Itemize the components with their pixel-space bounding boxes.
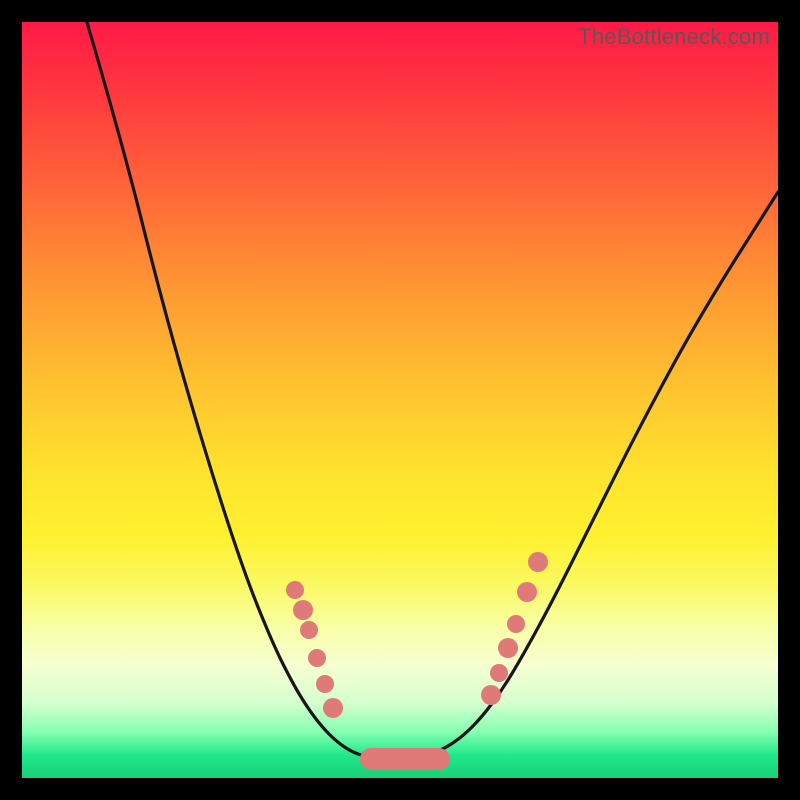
bottleneck-curve-svg (22, 22, 778, 778)
marker-dot (490, 664, 508, 682)
bottom-capsule (360, 748, 450, 770)
marker-dot (286, 581, 304, 599)
marker-dot (528, 552, 548, 572)
marker-dot (308, 649, 326, 667)
bottom-capsule-rect (360, 748, 450, 770)
marker-dot (316, 675, 334, 693)
marker-dot (507, 615, 525, 633)
marker-dot (293, 600, 313, 620)
marker-dot (300, 621, 318, 639)
marker-dot (498, 638, 518, 658)
marker-dot (481, 685, 501, 705)
markers-left (286, 581, 343, 718)
marker-dot (517, 582, 537, 602)
plot-area: TheBottleneck.com (22, 22, 778, 778)
marker-dot (323, 698, 343, 718)
bottleneck-curve (84, 22, 778, 759)
